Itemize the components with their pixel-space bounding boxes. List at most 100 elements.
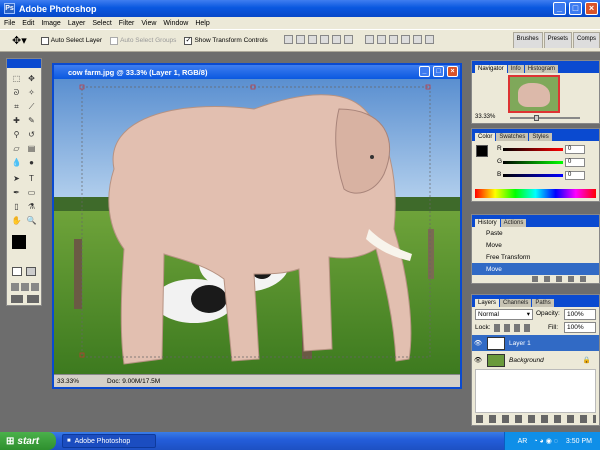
- taskbar-photoshop-button[interactable]: ■ Adobe Photoshop: [62, 434, 156, 448]
- pen-tool-icon[interactable]: ✒: [10, 187, 23, 199]
- distribute-hcenter-icon[interactable]: [412, 35, 422, 44]
- quick-mask-icon[interactable]: [26, 267, 36, 276]
- magic-wand-icon[interactable]: ✧: [25, 87, 38, 99]
- healing-brush-icon[interactable]: ✚: [10, 115, 23, 127]
- doc-size[interactable]: Doc: 9.00M/17.5M: [107, 378, 160, 385]
- align-left-icon[interactable]: [319, 35, 329, 44]
- standard-mode-icon[interactable]: [12, 267, 22, 276]
- history-item[interactable]: Move: [472, 239, 599, 251]
- path-select-icon[interactable]: ➤: [10, 173, 23, 185]
- align-hcenter-icon[interactable]: [331, 35, 341, 44]
- align-top-icon[interactable]: [283, 35, 293, 44]
- menu-window[interactable]: Window: [163, 20, 188, 27]
- doc-minimize-button[interactable]: _: [419, 66, 430, 77]
- start-button[interactable]: ⊞ start: [0, 432, 56, 450]
- dodge-tool-icon[interactable]: ●: [25, 157, 38, 169]
- color-r-value[interactable]: 0: [565, 145, 585, 154]
- language-indicator[interactable]: AR: [518, 438, 528, 445]
- history-footer-icons[interactable]: [532, 276, 592, 282]
- align-right-icon[interactable]: [343, 35, 353, 44]
- tab-layers[interactable]: Layers: [475, 299, 500, 307]
- blend-mode-select[interactable]: Normal ▾: [475, 309, 533, 320]
- color-ramp[interactable]: [475, 189, 596, 198]
- menu-help[interactable]: Help: [195, 20, 209, 27]
- tab-styles[interactable]: Styles: [529, 133, 552, 141]
- distribute-left-icon[interactable]: [400, 35, 410, 44]
- lock-icons[interactable]: [494, 324, 534, 332]
- distribute-vcenter-icon[interactable]: [376, 35, 386, 44]
- tab-navigator[interactable]: Navigator: [475, 65, 507, 73]
- eraser-tool-icon[interactable]: ▱: [10, 143, 23, 155]
- opacity-input[interactable]: 100%: [564, 309, 596, 320]
- blur-tool-icon[interactable]: 💧: [10, 157, 23, 169]
- type-tool-icon[interactable]: T: [25, 173, 38, 185]
- navigator-zoom-slider[interactable]: [510, 117, 580, 119]
- tab-presets[interactable]: Presets: [543, 32, 572, 48]
- gradient-tool-icon[interactable]: ▤: [25, 143, 38, 155]
- distribute-bottom-icon[interactable]: [388, 35, 398, 44]
- menu-image[interactable]: Image: [41, 20, 60, 27]
- tab-comps[interactable]: Comps: [572, 32, 600, 48]
- marquee-tool-icon[interactable]: ⬚: [10, 73, 23, 85]
- color-g-slider[interactable]: [503, 161, 563, 164]
- document-title-bar[interactable]: cow farm.jpg @ 33.3% (Layer 1, RGB/8) _ …: [54, 65, 460, 79]
- eye-icon[interactable]: 👁: [472, 339, 484, 347]
- jump-to-imageready-icon[interactable]: [11, 295, 39, 303]
- menu-view[interactable]: View: [141, 20, 156, 27]
- screen-mode-icons[interactable]: [11, 283, 39, 291]
- crop-tool-icon[interactable]: ⌗: [10, 101, 23, 113]
- toolbox-header[interactable]: [7, 59, 41, 68]
- move-tool-icon[interactable]: ✥: [25, 73, 38, 85]
- align-bottom-icon[interactable]: [307, 35, 317, 44]
- eye-icon[interactable]: 👁: [472, 356, 484, 364]
- tray-icons[interactable]: ◔ ◕ ◉ ◌: [533, 437, 558, 445]
- auto-select-layer-checkbox[interactable]: [40, 36, 49, 45]
- tab-brushes[interactable]: Brushes: [512, 32, 543, 48]
- brush-tool-icon[interactable]: ✎: [25, 115, 38, 127]
- layers-footer-icons[interactable]: [476, 415, 596, 423]
- tab-info[interactable]: Info: [507, 65, 524, 73]
- clock[interactable]: 3:50 PM: [566, 438, 592, 445]
- tab-paths[interactable]: Paths: [532, 299, 554, 307]
- menu-layer[interactable]: Layer: [68, 20, 86, 27]
- clone-stamp-icon[interactable]: ⚲: [10, 129, 23, 141]
- navigator-slider-handle[interactable]: [534, 115, 539, 121]
- history-brush-icon[interactable]: ↺: [25, 129, 38, 141]
- distribute-top-icon[interactable]: [364, 35, 374, 44]
- hand-tool-icon[interactable]: ✋: [10, 215, 23, 227]
- doc-close-button[interactable]: ×: [447, 66, 458, 77]
- color-b-value[interactable]: 0: [565, 171, 585, 180]
- tab-histogram[interactable]: Histogram: [524, 65, 559, 73]
- eyedropper-icon[interactable]: ⚗: [25, 201, 38, 213]
- notes-tool-icon[interactable]: ▯: [10, 201, 23, 213]
- close-button[interactable]: ×: [585, 2, 598, 15]
- tab-color[interactable]: Color: [475, 133, 496, 141]
- shape-tool-icon[interactable]: ▭: [25, 187, 38, 199]
- layer-row-active[interactable]: 👁 Layer 1: [472, 335, 599, 351]
- history-item-active[interactable]: Move: [472, 263, 599, 275]
- maximize-button[interactable]: □: [569, 2, 582, 15]
- minimize-button[interactable]: _: [553, 2, 566, 15]
- distribute-right-icon[interactable]: [424, 35, 434, 44]
- history-item[interactable]: Free Transform: [472, 251, 599, 263]
- navigator-zoom[interactable]: 33.33%: [475, 114, 495, 120]
- fill-input[interactable]: 100%: [564, 322, 596, 333]
- zoom-tool-icon[interactable]: 🔍: [25, 215, 38, 227]
- tab-actions[interactable]: Actions: [500, 219, 527, 227]
- tab-swatches[interactable]: Swatches: [496, 133, 529, 141]
- align-vcenter-icon[interactable]: [295, 35, 305, 44]
- color-b-slider[interactable]: [503, 174, 563, 177]
- move-tool-icon[interactable]: ✥▾: [12, 34, 27, 47]
- tab-history[interactable]: History: [475, 219, 500, 227]
- menu-file[interactable]: File: [4, 20, 15, 27]
- image-canvas[interactable]: [54, 79, 460, 374]
- color-r-slider[interactable]: [503, 148, 563, 151]
- foreground-color-swatch[interactable]: [12, 235, 26, 249]
- zoom-level[interactable]: 33.33%: [57, 378, 79, 385]
- show-transform-checkbox[interactable]: ✓: [184, 36, 193, 45]
- doc-maximize-button[interactable]: □: [433, 66, 444, 77]
- slice-tool-icon[interactable]: ⟋: [25, 101, 38, 113]
- menu-select[interactable]: Select: [92, 20, 111, 27]
- lasso-tool-icon[interactable]: ᘐ: [10, 87, 23, 99]
- color-foreground-swatch[interactable]: [476, 145, 488, 157]
